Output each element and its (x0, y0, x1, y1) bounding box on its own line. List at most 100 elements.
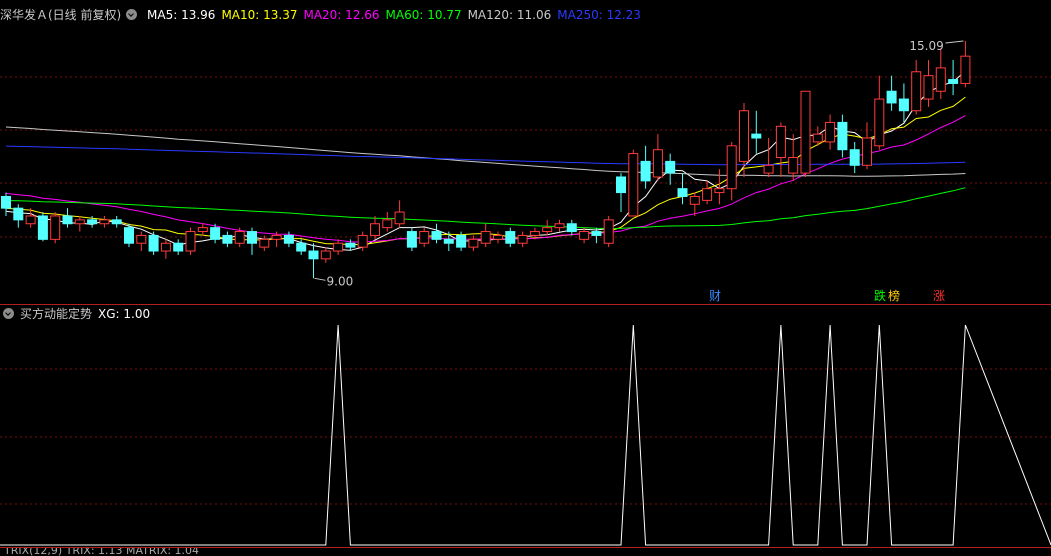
candle (406, 227, 417, 252)
candle-body (1, 195, 11, 209)
candle-body (517, 234, 528, 244)
candle (603, 215, 614, 248)
candle (505, 227, 516, 248)
candle-body (812, 133, 823, 143)
indicator-chart[interactable] (0, 305, 1051, 547)
candle (726, 141, 737, 201)
candle (800, 90, 811, 177)
candle-body (173, 242, 184, 252)
candle-body (677, 188, 688, 197)
high-marker-line (945, 40, 964, 44)
candle (50, 212, 61, 244)
candle-body (25, 215, 36, 225)
candle (308, 243, 319, 279)
price-chart-panel[interactable]: 深华发Ａ(日线 前复权) MA5: 13.96 MA10: 13.37 MA20: … (0, 0, 1051, 305)
candlestick-chart[interactable]: 15.09 9.00 (0, 0, 1051, 305)
candle (739, 102, 749, 177)
candle (480, 223, 491, 248)
candle-body (111, 219, 122, 225)
candle (751, 110, 762, 154)
candle-body (480, 231, 491, 244)
candle-body (37, 215, 48, 240)
candle (825, 114, 836, 150)
candle-body (788, 157, 799, 174)
candle-body (640, 160, 651, 182)
candle-body (382, 219, 393, 229)
candle (628, 149, 639, 217)
candle-body (898, 98, 909, 112)
candle (763, 138, 774, 177)
low-price-label: 9.00 (327, 274, 354, 288)
candle-body (751, 133, 762, 139)
candle-body (923, 75, 934, 100)
event-tag-rank[interactable]: 榜 (888, 289, 900, 303)
candle-body (357, 234, 368, 248)
candle-body (136, 234, 147, 244)
ma60-line (5, 187, 966, 230)
event-tag-finance[interactable]: 财 (709, 289, 721, 303)
candle-body (320, 250, 331, 260)
event-tag-fall[interactable]: 跌 (874, 289, 886, 303)
candle-body (394, 211, 405, 225)
candle (886, 75, 897, 111)
candle-body (443, 238, 454, 244)
candle (370, 215, 380, 240)
candle-body (616, 176, 626, 194)
candle-body (579, 231, 590, 240)
candle-body (370, 223, 380, 236)
candle (185, 227, 196, 255)
candle (517, 231, 528, 248)
candle-body (333, 242, 344, 252)
candle-body (296, 242, 307, 252)
candle (554, 219, 565, 232)
candle (542, 219, 553, 236)
candle-body (74, 219, 85, 225)
candle (948, 60, 959, 96)
candle-body (775, 125, 786, 159)
candle-body (800, 90, 811, 174)
candle-body (308, 250, 319, 260)
candle-body (431, 231, 442, 240)
candle-body (13, 207, 24, 221)
candle-body (62, 215, 73, 225)
candle-body (259, 238, 270, 248)
candle-body (726, 145, 737, 190)
candle-body (505, 231, 516, 244)
candle-body (542, 227, 553, 233)
candle-body (419, 231, 430, 244)
candle-body (406, 231, 417, 248)
candle (99, 215, 110, 228)
candle-body (825, 121, 836, 143)
candle (394, 200, 405, 228)
candle (862, 122, 872, 170)
candle-body (124, 227, 134, 244)
candle-body (345, 242, 356, 248)
candle (665, 153, 676, 185)
candle-body (99, 219, 110, 225)
candle (136, 231, 147, 252)
candle (640, 145, 651, 189)
candle (898, 83, 909, 123)
candle (579, 227, 590, 244)
candle-body (50, 215, 61, 240)
candle-body (197, 227, 208, 233)
candle (775, 122, 786, 177)
candle-body (529, 231, 540, 236)
candle-body (665, 160, 676, 174)
candle (333, 239, 344, 255)
candle-body (763, 164, 774, 174)
candle-body (271, 234, 282, 240)
candle (652, 134, 663, 181)
candle (837, 114, 848, 158)
candle (677, 173, 688, 205)
candle-body (960, 55, 971, 84)
event-tag-rise[interactable]: 涨 (933, 289, 945, 303)
candle-body (874, 98, 885, 147)
candle-body (886, 90, 897, 104)
candle-body (739, 110, 749, 162)
candle-body (603, 219, 614, 244)
candle (788, 134, 799, 181)
candle-body (234, 231, 245, 244)
candle-body (628, 153, 639, 217)
indicator-panel[interactable]: 买方动能定势 XG: 1.00 (0, 305, 1051, 547)
